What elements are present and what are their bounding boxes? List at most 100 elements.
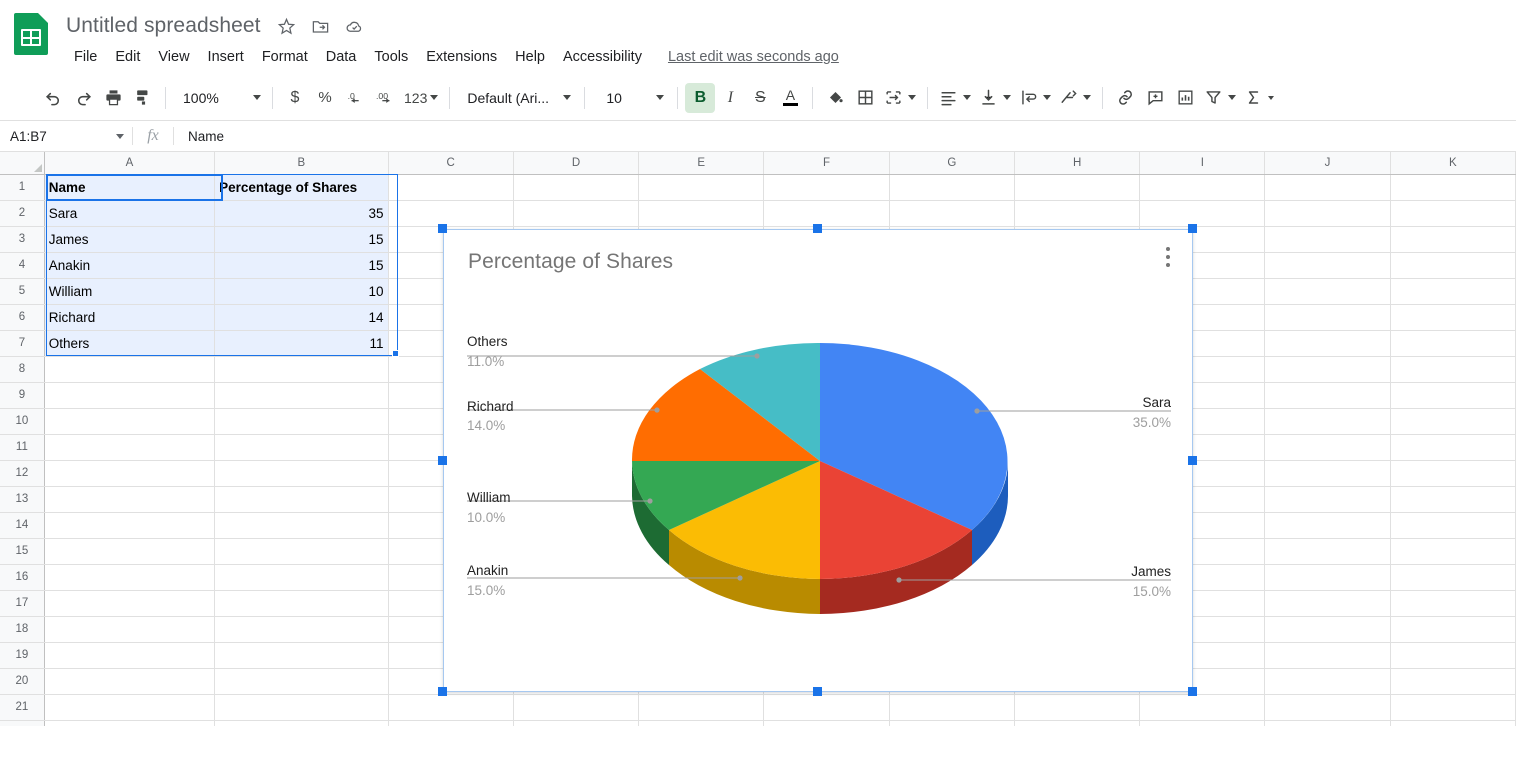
chart-resize-handle-bottom-center[interactable] <box>813 687 822 696</box>
menu-extensions[interactable]: Extensions <box>418 46 505 68</box>
cell-F2[interactable] <box>763 200 890 227</box>
menu-format[interactable]: Format <box>254 46 316 68</box>
cell-A3[interactable]: James <box>44 226 216 253</box>
column-header-d[interactable]: D <box>513 152 640 175</box>
cell-H2[interactable] <box>1014 200 1141 227</box>
cell-K10[interactable] <box>1390 408 1516 435</box>
cell-K2[interactable] <box>1390 200 1516 227</box>
menu-view[interactable]: View <box>150 46 197 68</box>
paint-format-icon[interactable] <box>128 83 158 113</box>
vertical-align-icon[interactable] <box>975 83 1015 113</box>
cell-J6[interactable] <box>1264 304 1391 331</box>
cell-A6[interactable]: Richard <box>44 304 216 331</box>
chart-resize-handle-top-right[interactable] <box>1188 224 1197 233</box>
cell-K7[interactable] <box>1390 330 1516 357</box>
cell-J4[interactable] <box>1264 252 1391 279</box>
column-header-g[interactable]: G <box>889 152 1015 175</box>
insert-comment-icon[interactable] <box>1140 83 1170 113</box>
cell-K12[interactable] <box>1390 460 1516 487</box>
cell-B2[interactable]: 35 <box>214 200 389 227</box>
cell-G1[interactable] <box>889 174 1015 201</box>
cell-J13[interactable] <box>1264 486 1391 513</box>
last-edit-status[interactable]: Last edit was seconds ago <box>668 49 839 65</box>
more-formats-button[interactable]: 123 <box>400 83 442 113</box>
row-header-19[interactable]: 19 <box>0 642 45 669</box>
cell-B1[interactable]: Percentage of Shares <box>214 174 389 201</box>
cell-K14[interactable] <box>1390 512 1516 539</box>
menu-data[interactable]: Data <box>318 46 365 68</box>
cell-K17[interactable] <box>1390 590 1516 617</box>
cell-B20[interactable] <box>214 668 389 695</box>
column-header-c[interactable]: C <box>388 152 514 175</box>
cell-H1[interactable] <box>1014 174 1141 201</box>
cell-J10[interactable] <box>1264 408 1391 435</box>
redo-icon[interactable] <box>68 83 98 113</box>
row-header-16[interactable]: 16 <box>0 564 45 591</box>
row-header-20[interactable]: 20 <box>0 668 45 695</box>
menu-help[interactable]: Help <box>507 46 553 68</box>
cell-B4[interactable]: 15 <box>214 252 389 279</box>
horizontal-align-icon[interactable] <box>935 83 975 113</box>
cell-A16[interactable] <box>44 564 216 591</box>
cell-B3[interactable]: 15 <box>214 226 389 253</box>
cell-J22[interactable] <box>1264 720 1391 726</box>
cell-K5[interactable] <box>1390 278 1516 305</box>
zoom-selector[interactable]: 100% <box>173 83 265 113</box>
cell-B9[interactable] <box>214 382 389 409</box>
chart-resize-handle-bottom-left[interactable] <box>438 687 447 696</box>
row-header-7[interactable]: 7 <box>0 330 45 357</box>
cell-C1[interactable] <box>388 174 514 201</box>
insert-link-icon[interactable] <box>1110 83 1140 113</box>
cell-B8[interactable] <box>214 356 389 383</box>
functions-sigma-icon[interactable] <box>1240 83 1278 113</box>
cell-A10[interactable] <box>44 408 216 435</box>
cell-A22[interactable] <box>44 720 216 726</box>
chart-resize-handle-top-left[interactable] <box>438 224 447 233</box>
cell-A7[interactable]: Others <box>44 330 216 357</box>
borders-icon[interactable] <box>850 83 880 113</box>
cell-J8[interactable] <box>1264 356 1391 383</box>
cell-A12[interactable] <box>44 460 216 487</box>
cell-B12[interactable] <box>214 460 389 487</box>
cell-B11[interactable] <box>214 434 389 461</box>
row-header-3[interactable]: 3 <box>0 226 45 253</box>
document-title[interactable]: Untitled spreadsheet <box>66 14 275 38</box>
row-header-5[interactable]: 5 <box>0 278 45 305</box>
cell-B5[interactable]: 10 <box>214 278 389 305</box>
chart-overflow-menu-icon[interactable] <box>1156 240 1180 274</box>
cell-J14[interactable] <box>1264 512 1391 539</box>
increase-decimal-button[interactable]: .00 <box>370 83 400 113</box>
cell-J3[interactable] <box>1264 226 1391 253</box>
cell-A17[interactable] <box>44 590 216 617</box>
cell-K20[interactable] <box>1390 668 1516 695</box>
cell-C21[interactable] <box>388 694 514 721</box>
cell-A19[interactable] <box>44 642 216 669</box>
cell-B10[interactable] <box>214 408 389 435</box>
cell-A21[interactable] <box>44 694 216 721</box>
column-header-j[interactable]: J <box>1264 152 1391 175</box>
cell-K22[interactable] <box>1390 720 1516 726</box>
row-header-18[interactable]: 18 <box>0 616 45 643</box>
formula-input[interactable]: Name <box>174 129 1516 144</box>
row-header-13[interactable]: 13 <box>0 486 45 513</box>
text-wrapping-icon[interactable] <box>1015 83 1055 113</box>
menu-edit[interactable]: Edit <box>107 46 148 68</box>
google-sheets-icon[interactable] <box>14 13 52 55</box>
undo-icon[interactable] <box>38 83 68 113</box>
cell-H21[interactable] <box>1014 694 1141 721</box>
cell-D22[interactable] <box>513 720 640 726</box>
cell-B18[interactable] <box>214 616 389 643</box>
select-all-corner[interactable] <box>0 152 45 175</box>
chart-resize-handle-middle-left[interactable] <box>438 456 447 465</box>
row-header-22[interactable]: 22 <box>0 720 45 726</box>
cell-J21[interactable] <box>1264 694 1391 721</box>
row-header-4[interactable]: 4 <box>0 252 45 279</box>
cell-F22[interactable] <box>763 720 890 726</box>
cell-K9[interactable] <box>1390 382 1516 409</box>
column-header-a[interactable]: A <box>44 152 216 175</box>
cell-K16[interactable] <box>1390 564 1516 591</box>
cell-B21[interactable] <box>214 694 389 721</box>
cell-E21[interactable] <box>638 694 765 721</box>
column-header-i[interactable]: I <box>1139 152 1266 175</box>
cell-A5[interactable]: William <box>44 278 216 305</box>
